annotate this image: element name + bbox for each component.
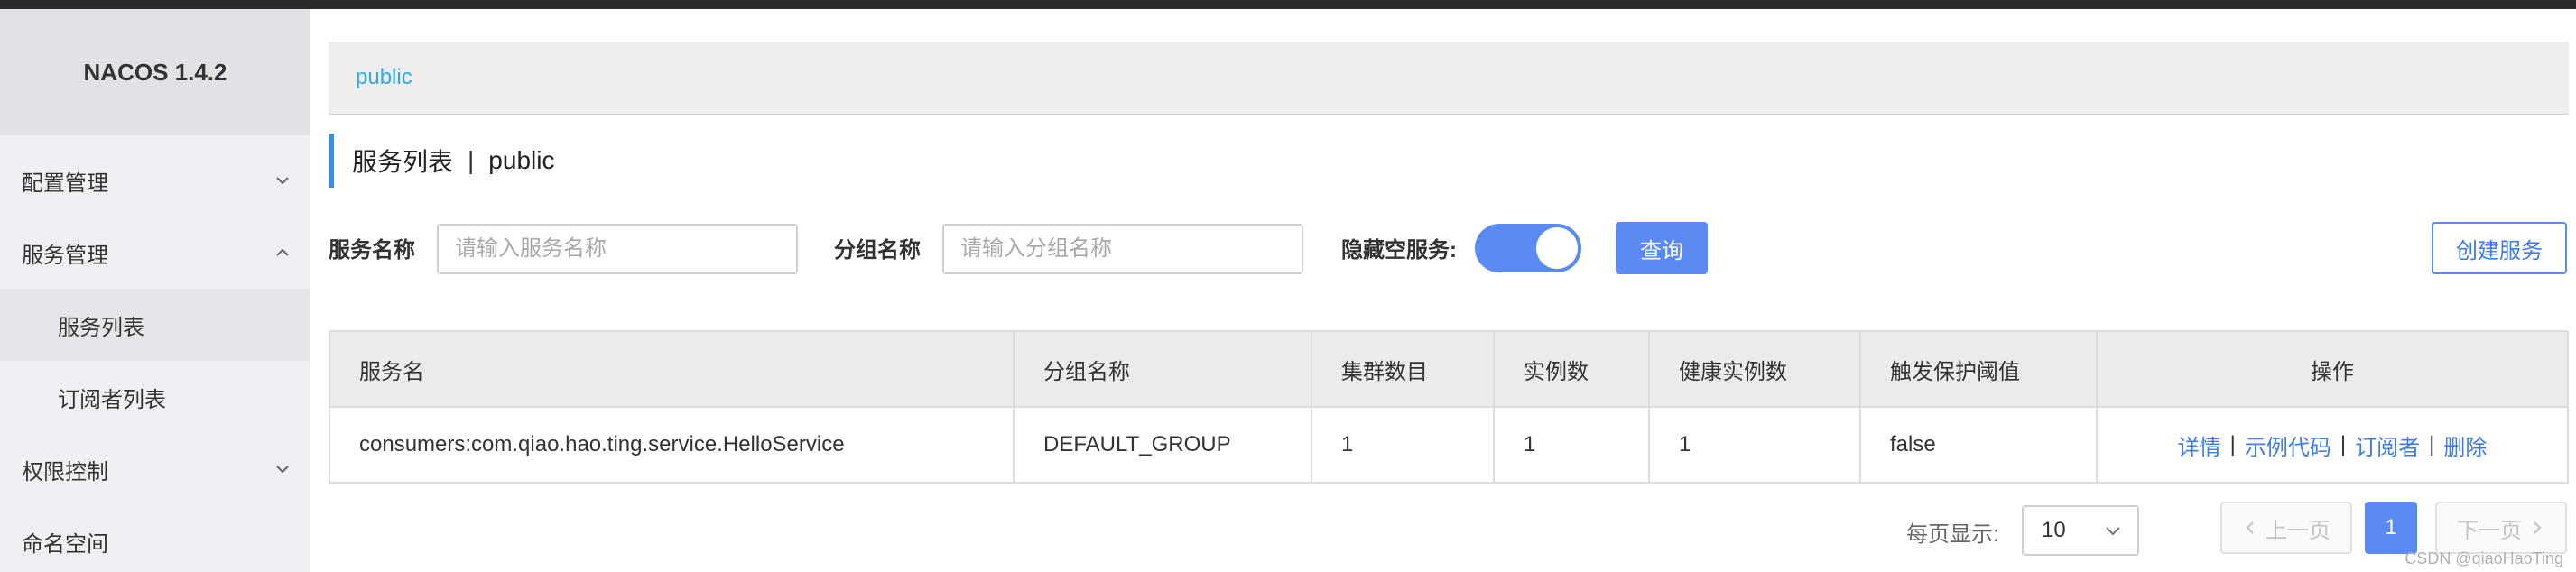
details-link[interactable]: 详情 — [2178, 429, 2221, 461]
create-service-button[interactable]: 创建服务 — [2432, 222, 2567, 274]
delete-link[interactable]: 删除 — [2443, 429, 2487, 461]
page-title: 服务列表 | public — [329, 134, 554, 188]
chevron-down-icon — [2106, 527, 2120, 536]
toggle-knob — [1536, 227, 1578, 269]
sidebar-item-label: 命名空间 — [22, 531, 108, 557]
chevron-up-icon — [276, 248, 289, 256]
sidebar-item-label: 服务列表 — [58, 315, 144, 340]
brand-logo: NACOS 1.4.2 — [0, 9, 310, 135]
query-button[interactable]: 查询 — [1616, 222, 1708, 274]
page-1-button[interactable]: 1 — [2365, 502, 2417, 554]
per-page-value: 10 — [2042, 518, 2066, 542]
prev-page-button[interactable]: 上一页 — [2220, 502, 2352, 554]
sidebar-item-label: 订阅者列表 — [58, 387, 166, 412]
cell-service-name: consumers:com.qiao.hao.ting.service.Hell… — [330, 408, 1015, 482]
per-page-label: 每页显示: — [1906, 522, 1999, 547]
sidebar-item-label: 权限控制 — [22, 459, 108, 484]
sample-code-link[interactable]: 示例代码 — [2245, 429, 2331, 461]
action-divider: | — [2229, 432, 2236, 457]
watermark: CSDN @qiaoHaoTing — [2405, 549, 2563, 567]
action-divider: | — [2429, 432, 2435, 457]
chevron-right-icon — [2534, 521, 2542, 534]
cell-healthy-count: 1 — [1650, 408, 1861, 482]
sidebar-item-namespace[interactable]: 命名空间 — [0, 505, 310, 572]
top-bar — [0, 0, 2576, 9]
chevron-left-icon — [2246, 521, 2254, 534]
group-name-label: 分组名称 — [834, 238, 921, 263]
header-service-name: 服务名 — [330, 332, 1015, 406]
header-cluster-count: 集群数目 — [1312, 332, 1495, 406]
header-healthy-count: 健康实例数 — [1650, 332, 1861, 406]
sidebar-item-service-management[interactable]: 服务管理 — [0, 217, 310, 289]
cell-instance-count: 1 — [1495, 408, 1650, 482]
sidebar-item-label: 服务管理 — [22, 243, 108, 268]
cell-group-name: DEFAULT_GROUP — [1015, 408, 1312, 482]
service-table: 服务名 分组名称 集群数目 实例数 健康实例数 触发保护阈值 操作 consum… — [329, 330, 2569, 484]
table-row: consumers:com.qiao.hao.ting.service.Hell… — [330, 408, 2567, 482]
title-separator: | — [468, 146, 475, 174]
cell-cluster-count: 1 — [1312, 408, 1495, 482]
next-page-label: 下一页 — [2457, 518, 2522, 543]
header-instance-count: 实例数 — [1495, 332, 1650, 406]
sidebar-item-service-list[interactable]: 服务列表 — [0, 289, 310, 361]
subscribers-link[interactable]: 订阅者 — [2355, 429, 2420, 461]
header-protect-threshold: 触发保护阈值 — [1861, 332, 2098, 406]
sidebar-item-subscriber-list[interactable]: 订阅者列表 — [0, 361, 310, 433]
cell-actions: 详情 | 示例代码 | 订阅者 | 删除 — [2098, 408, 2567, 482]
namespace-tab-public[interactable]: public — [356, 65, 412, 90]
prev-page-label: 上一页 — [2266, 518, 2330, 543]
page-title-main: 服务列表 — [352, 148, 454, 176]
sidebar-item-label: 配置管理 — [22, 171, 108, 196]
chevron-down-icon — [276, 177, 289, 185]
table-header: 服务名 分组名称 集群数目 实例数 健康实例数 触发保护阈值 操作 — [330, 332, 2567, 408]
group-name-input[interactable] — [942, 224, 1303, 274]
sidebar: NACOS 1.4.2 配置管理 服务管理 服务列表 订阅者列表 权限控制 命名… — [0, 9, 310, 572]
next-page-button[interactable]: 下一页 — [2435, 502, 2567, 554]
sidebar-item-config-management[interactable]: 配置管理 — [0, 144, 310, 217]
namespace-bar: public — [329, 42, 2569, 115]
action-divider: | — [2340, 432, 2347, 457]
sidebar-item-access-control[interactable]: 权限控制 — [0, 433, 310, 505]
hide-empty-toggle[interactable] — [1475, 224, 1581, 272]
header-actions: 操作 — [2311, 359, 2354, 384]
cell-protect-threshold: false — [1861, 408, 2098, 482]
service-name-input[interactable] — [437, 224, 798, 274]
hide-empty-label: 隐藏空服务: — [1341, 238, 1457, 263]
header-group-name: 分组名称 — [1015, 332, 1312, 406]
service-name-label: 服务名称 — [329, 238, 415, 263]
per-page-select[interactable]: 10 — [2022, 505, 2139, 556]
page-title-namespace: public — [488, 146, 555, 174]
chevron-down-icon — [276, 466, 289, 474]
